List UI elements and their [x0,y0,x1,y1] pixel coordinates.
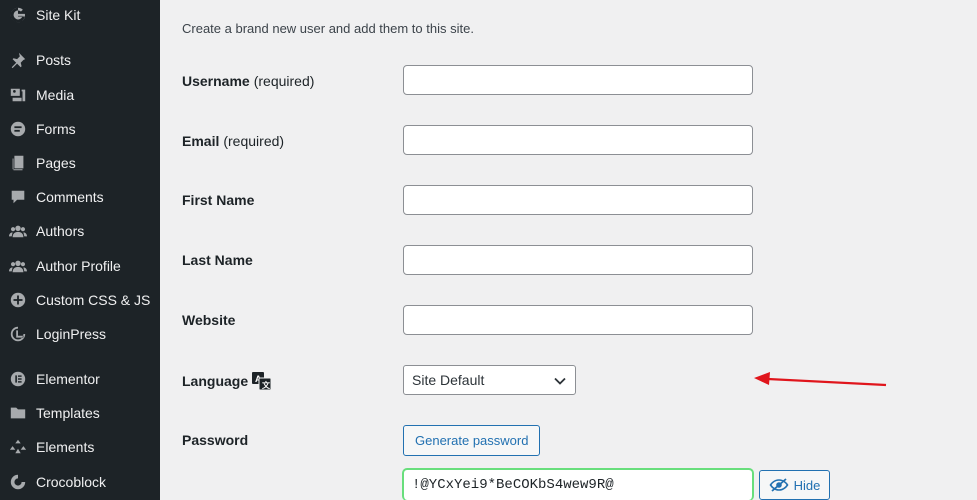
first-name-label: First Name [182,192,255,208]
sidebar-item-label: Author Profile [36,258,121,274]
language-label: Language A 文 [182,372,272,391]
users-icon [0,216,36,246]
email-field[interactable] [403,125,753,155]
form-intro: Create a brand new user and add them to … [182,21,474,36]
folder-icon [0,398,36,428]
sidebar-item-label: LoginPress [36,326,107,342]
sidebar-item-loginpress[interactable]: LoginPress [0,319,160,349]
comment-icon [0,182,36,212]
sidebar-item-author-profile[interactable]: Author Profile [0,251,160,281]
sidebar-item-authors[interactable]: Authors [0,216,160,246]
sidebar-item-forms[interactable]: Forms [0,114,160,144]
chevron-down-icon [554,377,566,385]
generate-password-button[interactable]: Generate password [403,425,541,456]
media-icon [0,80,36,110]
password-field[interactable] [403,469,753,500]
hide-button-label: Hide [793,477,821,493]
forms-icon [0,114,36,144]
sidebar-item-label: Media [36,87,75,103]
sidebar-item-pages[interactable]: Pages [0,148,160,178]
elements-icon [0,432,36,462]
sidebar-item-templates[interactable]: Templates [0,398,160,428]
first-name-field[interactable] [403,185,753,215]
sidebar-item-label: Crocoblock [36,474,107,490]
hide-password-button[interactable]: Hide [759,470,830,500]
required-indicator: (required) [253,73,315,89]
username-label: Username (required) [182,73,315,89]
users-icon [0,251,36,281]
sidebar-item-custom-css-js[interactable]: Custom CSS & JS [0,285,160,315]
sidebar-item-label: Custom CSS & JS [36,292,151,308]
website-field[interactable] [403,305,753,335]
email-label: Email (required) [182,133,285,149]
sidebar-item-label: Pages [36,155,76,171]
sidebar-item-site-kit[interactable]: Site Kit [0,0,160,30]
sidebar-item-label: Site Kit [36,7,81,23]
sidebar-item-elements[interactable]: Elements [0,432,160,462]
sidebar-item-posts[interactable]: Posts [0,45,160,75]
username-field[interactable] [403,65,753,95]
sidebar-item-label: Elementor [36,371,100,387]
elementor-icon [0,364,36,394]
sidebar-item-crocoblock[interactable]: Crocoblock [0,467,160,497]
password-label: Password [182,432,249,448]
sidebar-item-label: Posts [36,52,72,68]
sidebar-item-label: Templates [36,405,100,421]
plus-circle-icon [0,285,36,315]
admin-sidebar: Site Kit Posts Media Forms Pages Comment… [0,0,160,500]
google-g-icon [0,0,36,30]
last-name-field[interactable] [403,245,753,275]
loginpress-icon [0,319,36,349]
sidebar-item-media[interactable]: Media [0,80,160,110]
required-indicator: (required) [223,133,285,149]
annotation-arrow [754,372,887,387]
sidebar-item-label: Forms [36,121,76,137]
svg-text:文: 文 [262,380,271,390]
sidebar-item-label: Authors [36,223,85,239]
sidebar-item-label: Comments [36,189,104,205]
website-label: Website [182,312,236,328]
sidebar-item-elementor[interactable]: Elementor [0,364,160,394]
add-user-form: Create a brand new user and add them to … [160,0,977,500]
language-selected-value: Site Default [412,372,485,388]
sidebar-item-label: Elements [36,439,95,455]
eye-slash-icon [769,478,789,492]
crocoblock-icon [0,467,36,497]
pages-icon [0,148,36,178]
last-name-label: Last Name [182,252,253,268]
sidebar-item-comments[interactable]: Comments [0,182,160,212]
language-select[interactable]: Site Default [403,365,576,395]
translation-icon: A 文 [252,372,272,391]
pin-icon [0,45,36,75]
